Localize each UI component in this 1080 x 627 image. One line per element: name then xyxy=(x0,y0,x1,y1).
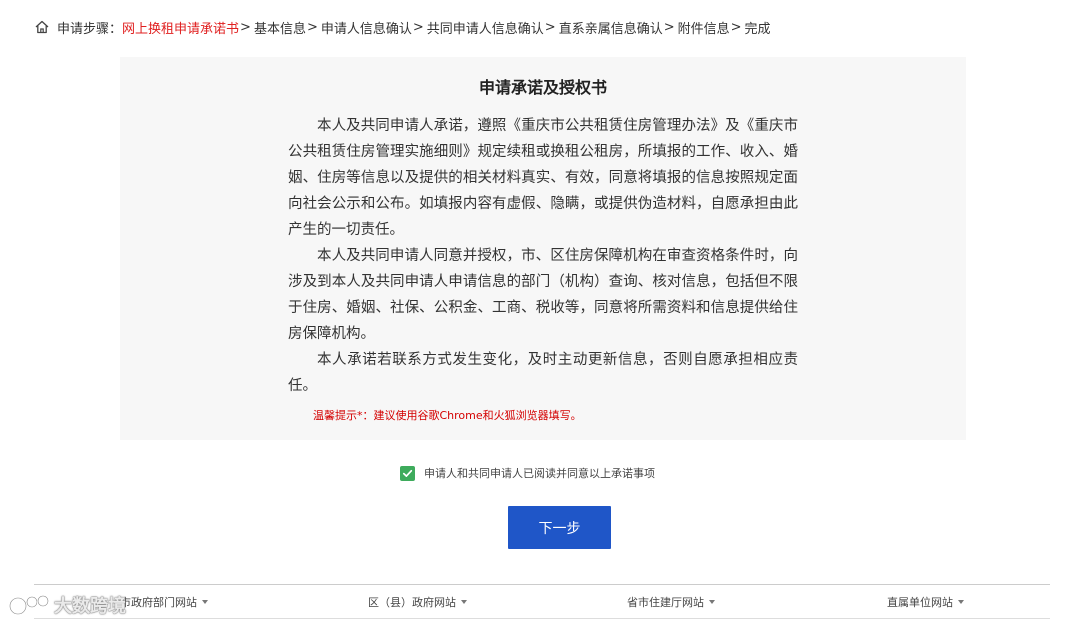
caret-down-icon xyxy=(461,600,467,604)
next-step-button[interactable]: 下一步 xyxy=(508,506,611,549)
browser-tip: 温馨提示*：建议使用谷歌Chrome和火狐浏览器填写。 xyxy=(313,409,582,422)
breadcrumb-step-complete[interactable]: 完成 xyxy=(745,18,771,37)
breadcrumb-step-commitment[interactable]: 网上换租申请承诺书 xyxy=(122,18,239,37)
breadcrumb-step-basic-info[interactable]: 基本信息 xyxy=(254,18,306,37)
authorization-paragraph: 本人及共同申请人同意并授权，市、区住房保障机构在审查资格条件时，向涉及到本人及共… xyxy=(288,248,798,342)
breadcrumb-step-attachments[interactable]: 附件信息 xyxy=(678,18,730,37)
footer-link-label: 区（县）政府网站 xyxy=(368,596,456,609)
footer-divider xyxy=(34,618,1050,619)
breadcrumb-separator: > xyxy=(240,19,251,35)
caret-down-icon xyxy=(709,600,715,604)
commitment-panel: 申请承诺及授权书 本人及共同申请人承诺，遵照《重庆市公共租赁住房管理办法》及《重… xyxy=(120,57,966,440)
caret-down-icon xyxy=(958,600,964,604)
agreement-checkbox[interactable] xyxy=(400,465,415,481)
footer-divider xyxy=(34,584,1050,585)
agreement-label[interactable]: 申请人和共同申请人已阅读并同意以上承诺事项 xyxy=(424,465,655,481)
caret-down-icon xyxy=(202,600,208,604)
footer-link-label: 省市住建厅网站 xyxy=(627,596,704,609)
commitment-text: 本人及共同申请人承诺，遵照《重庆市公共租赁住房管理办法》及《重庆市公共租赁住房管… xyxy=(288,113,798,399)
footer-link-city-departments[interactable]: 市政府部门网站 xyxy=(120,594,208,610)
breadcrumb-step-family-info[interactable]: 直系亲属信息确认 xyxy=(559,18,663,37)
breadcrumb-separator: > xyxy=(306,19,318,35)
footer-link-district-governments[interactable]: 区（县）政府网站 xyxy=(368,594,467,610)
home-icon[interactable] xyxy=(34,19,50,35)
breadcrumb-separator: > xyxy=(544,19,556,35)
footer-link-affiliated-units[interactable]: 直属单位网站 xyxy=(887,594,964,610)
watermark-logo-icon xyxy=(8,594,50,616)
footer-links: 市政府部门网站 区（县）政府网站 省市住建厅网站 直属单位网站 xyxy=(34,592,1050,612)
watermark-text: 大数跨境 xyxy=(54,596,126,617)
footer-link-label: 市政府部门网站 xyxy=(120,596,197,609)
breadcrumb-separator: > xyxy=(663,19,675,35)
footer-link-provincial-housing[interactable]: 省市住建厅网站 xyxy=(627,594,715,610)
breadcrumb-separator: > xyxy=(412,19,424,35)
checkmark-icon xyxy=(402,469,413,477)
panel-title: 申请承诺及授权书 xyxy=(478,78,607,97)
footer-link-label: 直属单位网站 xyxy=(887,596,953,609)
contact-update-paragraph: 本人承诺若联系方式发生变化，及时主动更新信息，否则自愿承担相应责任。 xyxy=(288,352,798,394)
agreement-row[interactable]: 申请人和共同申请人已阅读并同意以上承诺事项 xyxy=(400,464,655,482)
breadcrumb-separator: > xyxy=(730,19,742,35)
commitment-paragraph: 本人及共同申请人承诺，遵照《重庆市公共租赁住房管理办法》及《重庆市公共租赁住房管… xyxy=(288,118,798,238)
breadcrumb: 申请步骤： 网上换租申请承诺书 > 基本信息 > 申请人信息确认 > 共同申请人… xyxy=(34,16,771,38)
watermark: 大数跨境 xyxy=(8,592,126,618)
breadcrumb-step-applicant-info[interactable]: 申请人信息确认 xyxy=(321,18,412,37)
breadcrumb-prefix: 申请步骤： xyxy=(57,21,123,37)
breadcrumb-step-co-applicant-info[interactable]: 共同申请人信息确认 xyxy=(427,18,544,37)
